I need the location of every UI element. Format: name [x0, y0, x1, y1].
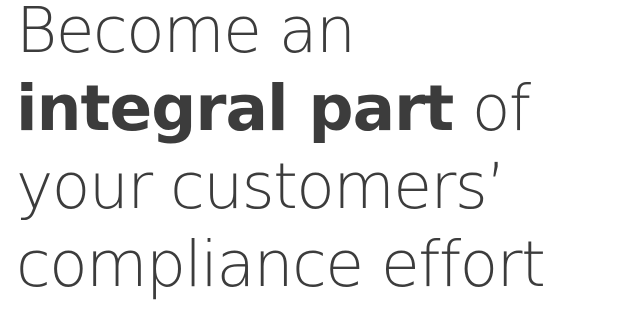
headline-line-4: compliance effort — [16, 228, 546, 301]
headline-line-1: Become an — [16, 0, 356, 67]
hero-section: Become an integral part of your customer… — [0, 0, 621, 322]
headline: Become an integral part of your customer… — [16, 0, 621, 306]
headline-line-3: your customers’ — [16, 150, 506, 223]
headline-emphasis: integral part — [16, 72, 454, 145]
headline-line-2: integral part of — [16, 68, 621, 150]
headline-line-2-rest: of — [453, 72, 531, 145]
